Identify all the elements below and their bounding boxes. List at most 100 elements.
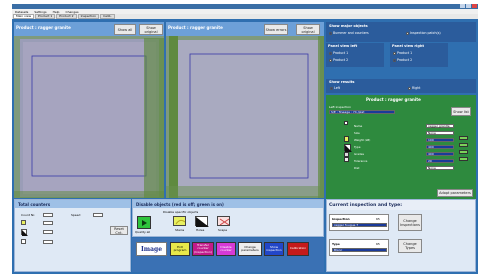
show-results-panel: Show results Left Right	[326, 79, 476, 93]
speed-field[interactable]	[93, 213, 103, 217]
left-image-pane[interactable]	[14, 36, 164, 198]
radio-icon	[408, 86, 411, 90]
show-major-objects-panel: Show major objects Bummer and counters I…	[326, 22, 476, 42]
panel-view-left: Panel view left Product 1 Product 2	[326, 43, 384, 67]
total-counters-panel: Total counters Count Nr. Speed Reset Cnt…	[14, 199, 131, 272]
panel-left-product-2[interactable]: Product 2	[329, 58, 348, 62]
quality-all-button[interactable]	[137, 216, 151, 229]
type-value-field[interactable]: Blanc	[332, 248, 387, 252]
param-row-4: Grades 400	[354, 150, 454, 157]
inspection-value-field[interactable]: ragger fougue 7	[332, 223, 387, 227]
option-label: Bummer and counters	[333, 31, 369, 35]
param-type-field[interactable]: 400	[426, 144, 454, 149]
counter-field-3[interactable]	[43, 240, 53, 244]
disable-counter-button[interactable]: Disable counter	[216, 242, 236, 256]
black-triangle-icon	[21, 229, 28, 236]
disable-objects-title: Disable objects (red is off; green is on…	[136, 202, 224, 207]
holes-toggle[interactable]	[195, 216, 209, 227]
toggle-green-3[interactable]	[459, 150, 468, 154]
param-row-1: Size None	[354, 129, 454, 136]
minimize-button[interactable]	[460, 4, 465, 8]
menu-datasets[interactable]: Datasets	[15, 10, 28, 14]
panel-view-left-title: Panel view left	[328, 44, 358, 48]
param-row-0: Name ragger granite	[354, 122, 454, 129]
inspection-label: Inspection	[332, 217, 350, 221]
panel-right-product-2[interactable]: Product 2	[393, 58, 412, 62]
param-dist-field[interactable]: None	[426, 165, 454, 170]
show-original-left-button[interactable]: Show original	[139, 24, 163, 35]
menu-changes[interactable]: Changes	[65, 10, 78, 14]
right-image-pane[interactable]	[166, 36, 324, 198]
param-label: Tolerance	[354, 158, 368, 163]
calibration-button[interactable]: Calibration	[287, 242, 309, 256]
param-row-2: Weight (LB) 100	[354, 136, 454, 143]
adopt-parameters-button[interactable]: Adopt parameters	[437, 189, 473, 197]
count-nr-field[interactable]	[43, 213, 53, 217]
counter-field-1[interactable]	[43, 221, 53, 225]
hole-triangle-icon	[196, 217, 209, 227]
bottom-toolbar: Image Exit program Transfer counter (Ins…	[132, 238, 324, 272]
change-types-button[interactable]: Change Types	[398, 239, 422, 253]
stains-toggle[interactable]	[173, 216, 186, 226]
right-fabric-image	[166, 36, 324, 198]
panel-left-product-1[interactable]: Product 1	[329, 51, 348, 55]
param-name-field[interactable]: ragger granite	[426, 123, 454, 128]
option-inspection-patch[interactable]: Inspection patch(s)	[406, 31, 441, 35]
exit-program-button[interactable]: Exit program	[170, 242, 190, 256]
toggle-green-1[interactable]	[459, 136, 468, 140]
show-list-button[interactable]: Show list	[451, 107, 471, 116]
param-tolerance-field[interactable]: 20	[426, 158, 454, 163]
left-fabric-image	[14, 36, 164, 198]
count-nr-label: Count Nr.	[21, 213, 36, 217]
stains-label: Stains	[175, 228, 185, 232]
show-results-left[interactable]: Left	[330, 86, 340, 90]
option-label: Product 1	[397, 51, 413, 55]
change-parameters-button[interactable]: Change parameters	[238, 242, 262, 256]
right-view-title: Product : ragger granite	[168, 25, 223, 30]
stain-icon	[175, 219, 186, 225]
param-size-field[interactable]: None	[426, 130, 454, 135]
param-label: Weight (LB)	[354, 137, 371, 142]
show-errors-button[interactable]: Show errors	[264, 24, 288, 35]
palette-yellow[interactable]	[344, 136, 349, 142]
param-weight-field[interactable]: 100	[426, 137, 454, 142]
param-row-6: Dist None	[354, 164, 454, 171]
left-view-title: Product : ragger granite	[16, 25, 71, 30]
reset-counter-button[interactable]: Reset Cnt.	[110, 226, 128, 235]
type-label: Type	[332, 242, 340, 246]
param-label: Type	[354, 144, 361, 149]
show-inspection-button[interactable]: Show inspection	[264, 242, 284, 256]
radio-icon	[406, 31, 409, 35]
toggle-green-4[interactable]	[459, 157, 468, 161]
counter-field-2[interactable]	[43, 230, 53, 234]
radio-icon	[393, 51, 396, 55]
show-all-button[interactable]: Show all	[114, 24, 136, 35]
toggle-green-2[interactable]	[459, 143, 468, 147]
menu-help[interactable]: Help	[53, 10, 60, 14]
show-results-right[interactable]: Right	[408, 86, 420, 90]
maximize-button[interactable]	[466, 4, 471, 8]
scape-label: Scape	[218, 228, 228, 232]
menu-settings[interactable]: Settings	[34, 10, 46, 14]
param-label: Grades	[354, 151, 364, 156]
current-inspection-title: Current inspection and type:	[329, 203, 403, 208]
transfer-counter-button[interactable]: Transfer counter (Inspection)	[192, 242, 214, 256]
close-button[interactable]	[472, 4, 477, 8]
scape-toggle[interactable]	[217, 216, 230, 226]
radio-icon	[329, 58, 332, 62]
option-label: Right	[412, 86, 421, 90]
show-original-right-button[interactable]: Show original	[296, 24, 320, 35]
inspection-dropdown[interactable]: S/E : fineage : 74 /plat	[329, 110, 395, 114]
palette-light[interactable]	[344, 157, 349, 162]
window-controls	[460, 4, 477, 8]
param-grades-field[interactable]: 400	[426, 151, 454, 156]
palette-white[interactable]	[344, 121, 348, 125]
panel-right-product-1[interactable]: Product 1	[393, 51, 412, 55]
option-bummer-counters[interactable]: Bummer and counters	[329, 31, 369, 35]
black-triangle-icon[interactable]	[344, 144, 352, 152]
radio-icon	[393, 58, 396, 62]
change-inspections-button[interactable]: Change Inspections	[398, 214, 422, 231]
triangle-glyph	[345, 145, 352, 152]
panel-view-right: Panel view right Product 1 Product 2	[390, 43, 448, 67]
panel-view-right-title: Panel view right	[392, 44, 425, 48]
